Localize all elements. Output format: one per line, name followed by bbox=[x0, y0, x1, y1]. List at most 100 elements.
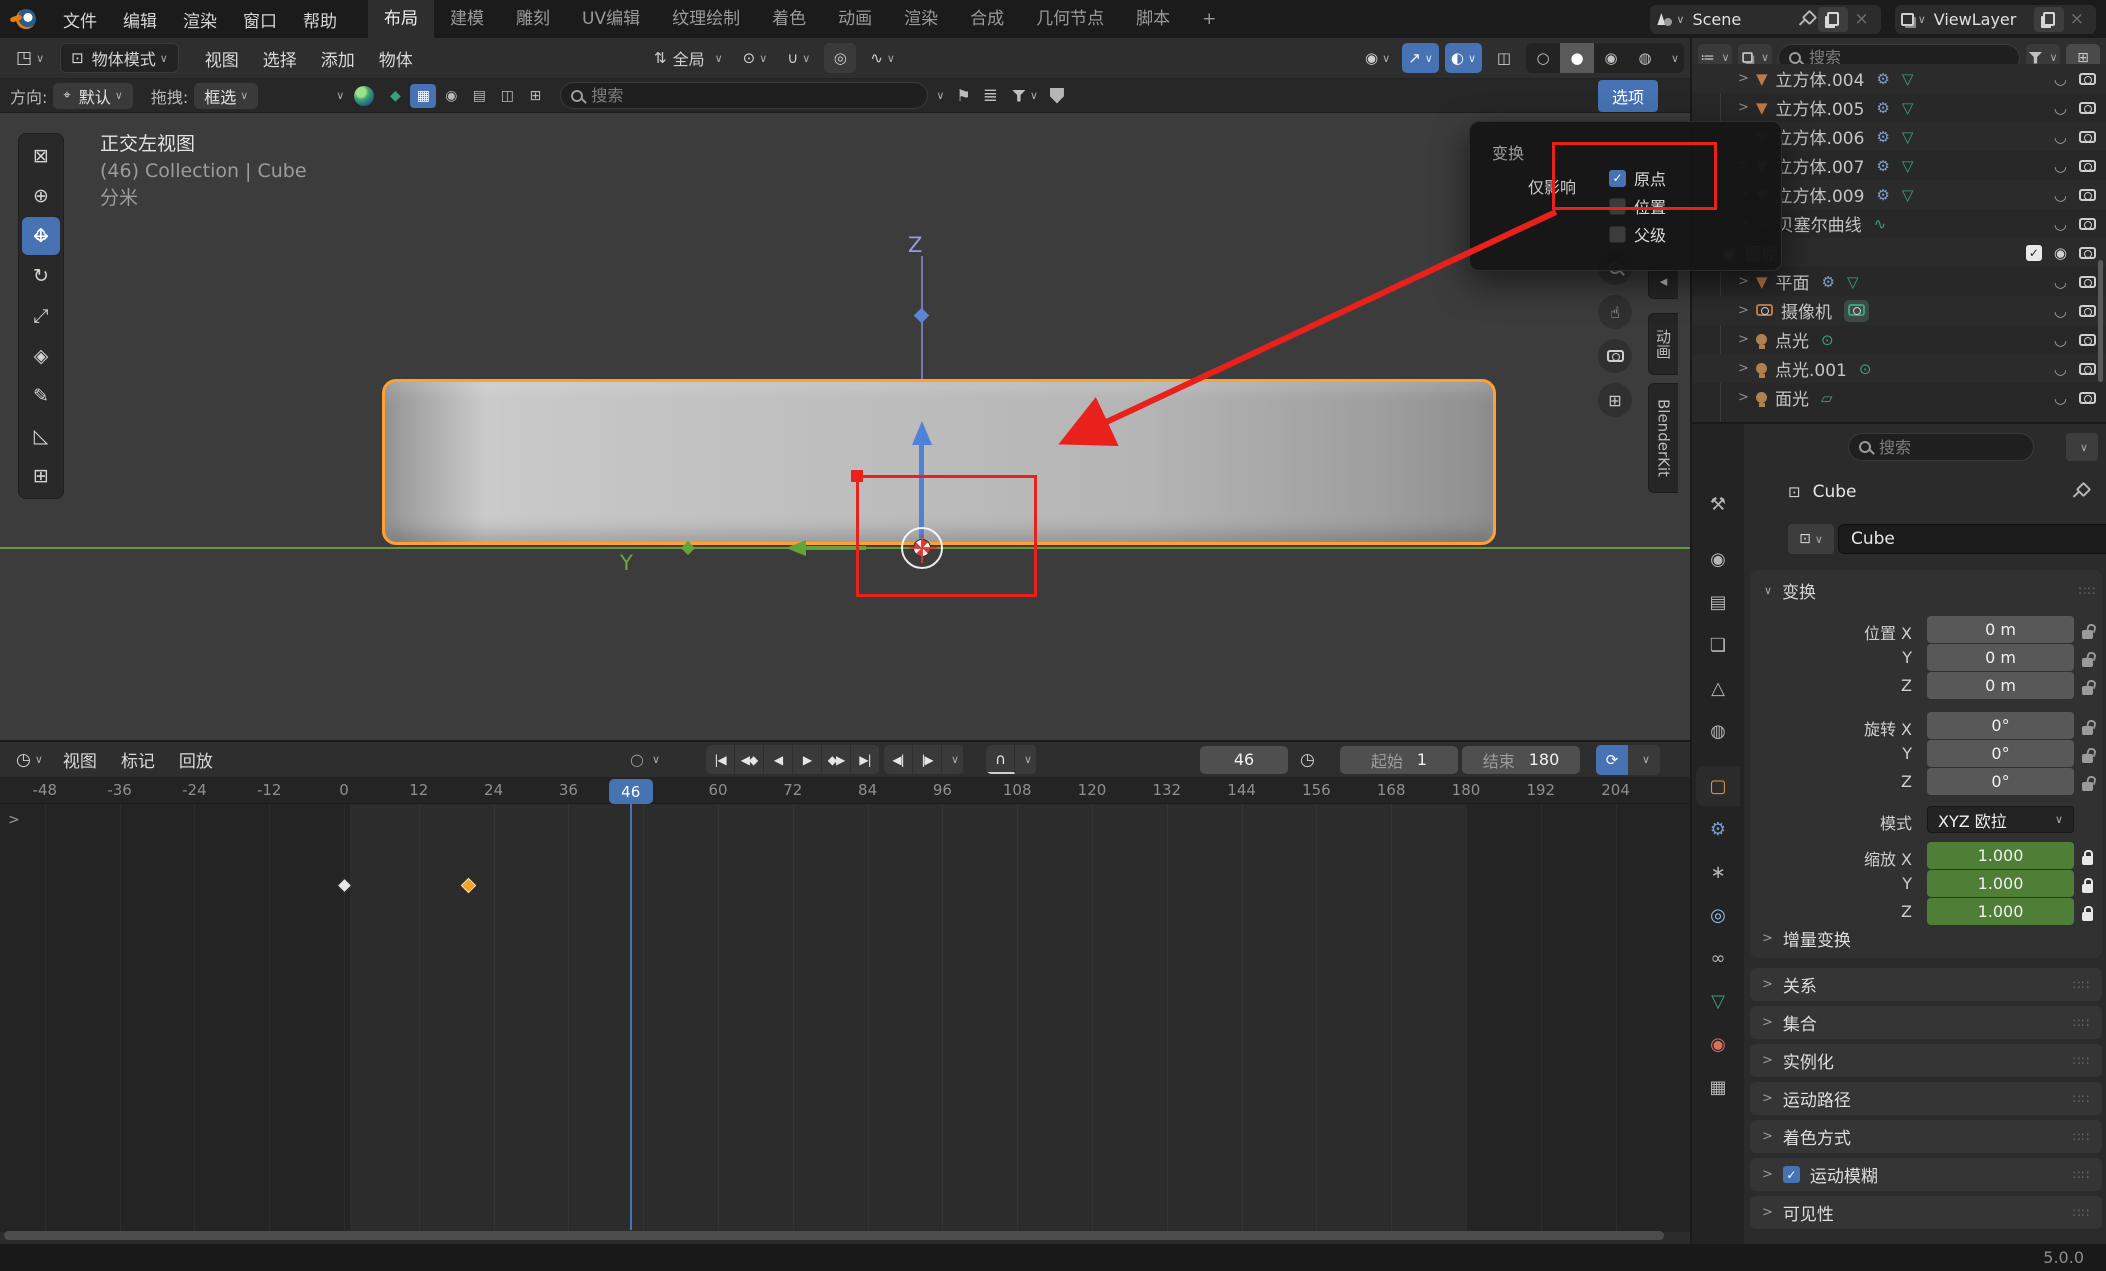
properties-tab-tool[interactable]: ⚒ bbox=[1696, 484, 1740, 524]
expand-icon[interactable]: > bbox=[1738, 71, 1756, 86]
outliner-scrollbar[interactable] bbox=[2098, 260, 2103, 382]
outliner-row[interactable]: >▼立方体.004⚙▽◡ bbox=[1692, 64, 2106, 93]
ortho-grid-icon[interactable]: ⊞ bbox=[1598, 383, 1632, 417]
sidebar-tab-animation[interactable]: 动画 bbox=[1648, 313, 1678, 375]
properties-options-button[interactable]: ∨ bbox=[2066, 433, 2098, 461]
auto-keying-dropdown[interactable]: ∨ bbox=[1015, 745, 1037, 774]
lock-closed-icon[interactable] bbox=[2082, 850, 2093, 869]
blenderkit-search[interactable] bbox=[560, 82, 928, 109]
jump-end-button[interactable]: ▶| bbox=[851, 745, 880, 774]
render-visibility-icon[interactable] bbox=[2079, 363, 2096, 375]
pin-icon[interactable] bbox=[1798, 12, 1812, 26]
expand-icon[interactable]: > bbox=[1738, 361, 1756, 376]
transform-value-field[interactable]: 0° bbox=[1927, 712, 2074, 739]
transform-orientation-dropdown[interactable]: ⇅ 全局∨ bbox=[648, 43, 729, 73]
blenderkit-collapse-icon[interactable]: ∨ bbox=[336, 89, 344, 102]
viewlayer-name[interactable]: ViewLayer bbox=[1934, 10, 2020, 29]
chevron-down-icon[interactable]: ∨ bbox=[936, 89, 944, 102]
render-visibility-icon[interactable] bbox=[2079, 218, 2096, 230]
properties-tab-scene[interactable]: △ bbox=[1696, 668, 1740, 708]
overlays-toggle[interactable]: ◐∨ bbox=[1445, 43, 1482, 73]
expand-icon[interactable]: > bbox=[1738, 332, 1756, 347]
shading-material-button[interactable]: ◉ bbox=[1594, 43, 1628, 73]
blenderkit-type-icon-5[interactable]: ⊞ bbox=[522, 84, 548, 108]
topbar-menu-0[interactable]: 文件 bbox=[50, 1, 110, 38]
shading-wireframe-button[interactable]: ○ bbox=[1526, 43, 1560, 73]
drag-dropdown[interactable]: 框选∨ bbox=[194, 83, 258, 109]
outliner-row[interactable]: >▼立方体.005⚙▽◡ bbox=[1692, 93, 2106, 122]
sidebar-tab-blenderkit[interactable]: BlenderKit bbox=[1648, 383, 1678, 493]
shading-solid-button[interactable]: ● bbox=[1560, 43, 1594, 73]
play-button[interactable]: ▶ bbox=[793, 745, 822, 774]
stopwatch-icon[interactable]: ◷ bbox=[1300, 750, 1315, 770]
remove-viewlayer-icon[interactable]: × bbox=[2070, 9, 2084, 29]
grip-icon[interactable]: ∷∷ bbox=[2073, 1168, 2090, 1182]
eye-closed-icon[interactable]: ◡ bbox=[2054, 157, 2067, 175]
expand-icon[interactable]: > bbox=[1738, 303, 1756, 318]
expand-icon[interactable]: > bbox=[1738, 274, 1756, 289]
grip-icon[interactable]: ∷∷ bbox=[2073, 978, 2090, 992]
direction-dropdown[interactable]: ⌖ 默认∨ bbox=[53, 83, 132, 109]
expand-icon[interactable]: > bbox=[1738, 100, 1756, 115]
outliner-item-label[interactable]: 立方体.006 bbox=[1776, 124, 1865, 149]
camera-view-icon[interactable] bbox=[1598, 339, 1632, 373]
playhead-frame-tag[interactable]: 46 bbox=[609, 779, 653, 804]
transform-value-field[interactable]: 0 m bbox=[1927, 672, 2074, 699]
properties-tab-view-layer[interactable]: ❏ bbox=[1696, 625, 1740, 665]
next-frame-button[interactable]: |▶ bbox=[913, 745, 942, 774]
measure-tool[interactable]: ◺ bbox=[22, 417, 60, 455]
timeline-menu-1[interactable]: 标记 bbox=[109, 743, 167, 776]
eye-closed-icon[interactable]: ◡ bbox=[2054, 273, 2067, 291]
blenderkit-asset-ball-icon[interactable] bbox=[354, 86, 374, 106]
eye-closed-icon[interactable]: ◡ bbox=[2054, 389, 2067, 407]
grip-icon[interactable]: ∷∷ bbox=[2079, 584, 2096, 598]
render-visibility-icon[interactable] bbox=[2079, 102, 2096, 114]
eye-closed-icon[interactable]: ◡ bbox=[2054, 302, 2067, 320]
sync-mode-dropdown[interactable]: ∨ bbox=[652, 753, 660, 766]
gizmo-y-arrowhead[interactable] bbox=[786, 540, 806, 556]
shield-icon[interactable] bbox=[1050, 88, 1064, 104]
blenderkit-type-icon-0[interactable]: ◆ bbox=[382, 84, 408, 108]
outliner-row[interactable]: >面光▱◡ bbox=[1692, 383, 2106, 412]
outliner-item-label[interactable]: 立方体.009 bbox=[1776, 182, 1865, 207]
outliner-item-label[interactable]: 点光.001 bbox=[1775, 356, 1847, 381]
properties-search-input[interactable] bbox=[1879, 438, 2023, 457]
timeline-scrollbar[interactable] bbox=[4, 1231, 1664, 1240]
rotation-mode-dropdown[interactable]: XYZ 欧拉∨ bbox=[1927, 806, 2074, 833]
transform-value-field[interactable]: 0 m bbox=[1927, 644, 2074, 671]
frame-end-field[interactable]: 结束180 bbox=[1462, 746, 1580, 774]
gizmo-z-arrowhead[interactable] bbox=[912, 421, 932, 445]
checkbox-checked[interactable]: ✓ bbox=[2026, 245, 2042, 261]
timeline-menu-0[interactable]: 视图 bbox=[51, 743, 109, 776]
blender-logo-icon[interactable] bbox=[10, 8, 36, 30]
workspace-tab-11[interactable]: + bbox=[1186, 1, 1232, 38]
viewport-menu-3[interactable]: 物体 bbox=[367, 41, 425, 76]
transform-value-field[interactable]: 0° bbox=[1927, 768, 2074, 795]
properties-tab-constraints[interactable]: ∞ bbox=[1696, 938, 1740, 978]
grip-icon[interactable]: ∷∷ bbox=[2073, 1092, 2090, 1106]
topbar-menu-2[interactable]: 渲染 bbox=[170, 1, 230, 38]
grip-icon[interactable]: ∷∷ bbox=[2073, 1016, 2090, 1030]
new-scene-button[interactable] bbox=[1818, 7, 1848, 32]
outliner-item-label[interactable]: 立方体.005 bbox=[1776, 95, 1865, 120]
lock-closed-icon[interactable] bbox=[2082, 878, 2093, 897]
blenderkit-type-icon-2[interactable]: ◉ bbox=[438, 84, 464, 108]
popup-option-父级[interactable]: 父级 bbox=[1609, 222, 1666, 246]
jump-start-button[interactable]: |◀ bbox=[706, 745, 735, 774]
prev-keyframe-button[interactable]: ◀◆ bbox=[735, 745, 764, 774]
next-keyframe-button[interactable]: ◆▶ bbox=[822, 745, 851, 774]
topbar-menu-1[interactable]: 编辑 bbox=[110, 1, 170, 38]
play-reverse-button[interactable]: ◀ bbox=[764, 745, 793, 774]
outliner-item-label[interactable]: 面光 bbox=[1775, 385, 1809, 410]
workspace-tab-7[interactable]: 渲染 bbox=[888, 0, 954, 38]
playback-sync-button[interactable]: ⟳ bbox=[1596, 745, 1628, 775]
render-visibility-icon[interactable] bbox=[2079, 247, 2096, 259]
playback-sync-dropdown[interactable]: ∨ bbox=[1628, 745, 1660, 775]
outliner-row[interactable]: >摄像机◡ bbox=[1692, 296, 2106, 325]
lock-open-icon[interactable] bbox=[2082, 680, 2093, 699]
lock-open-icon[interactable] bbox=[2082, 748, 2093, 767]
outliner-item-label[interactable]: 贝塞尔曲线 bbox=[1777, 211, 1862, 236]
properties-tab-object[interactable]: ▢ bbox=[1696, 766, 1740, 806]
properties-tab-material[interactable]: ◉ bbox=[1696, 1024, 1740, 1064]
section-2[interactable]: >实例化∷∷ bbox=[1750, 1044, 2102, 1077]
